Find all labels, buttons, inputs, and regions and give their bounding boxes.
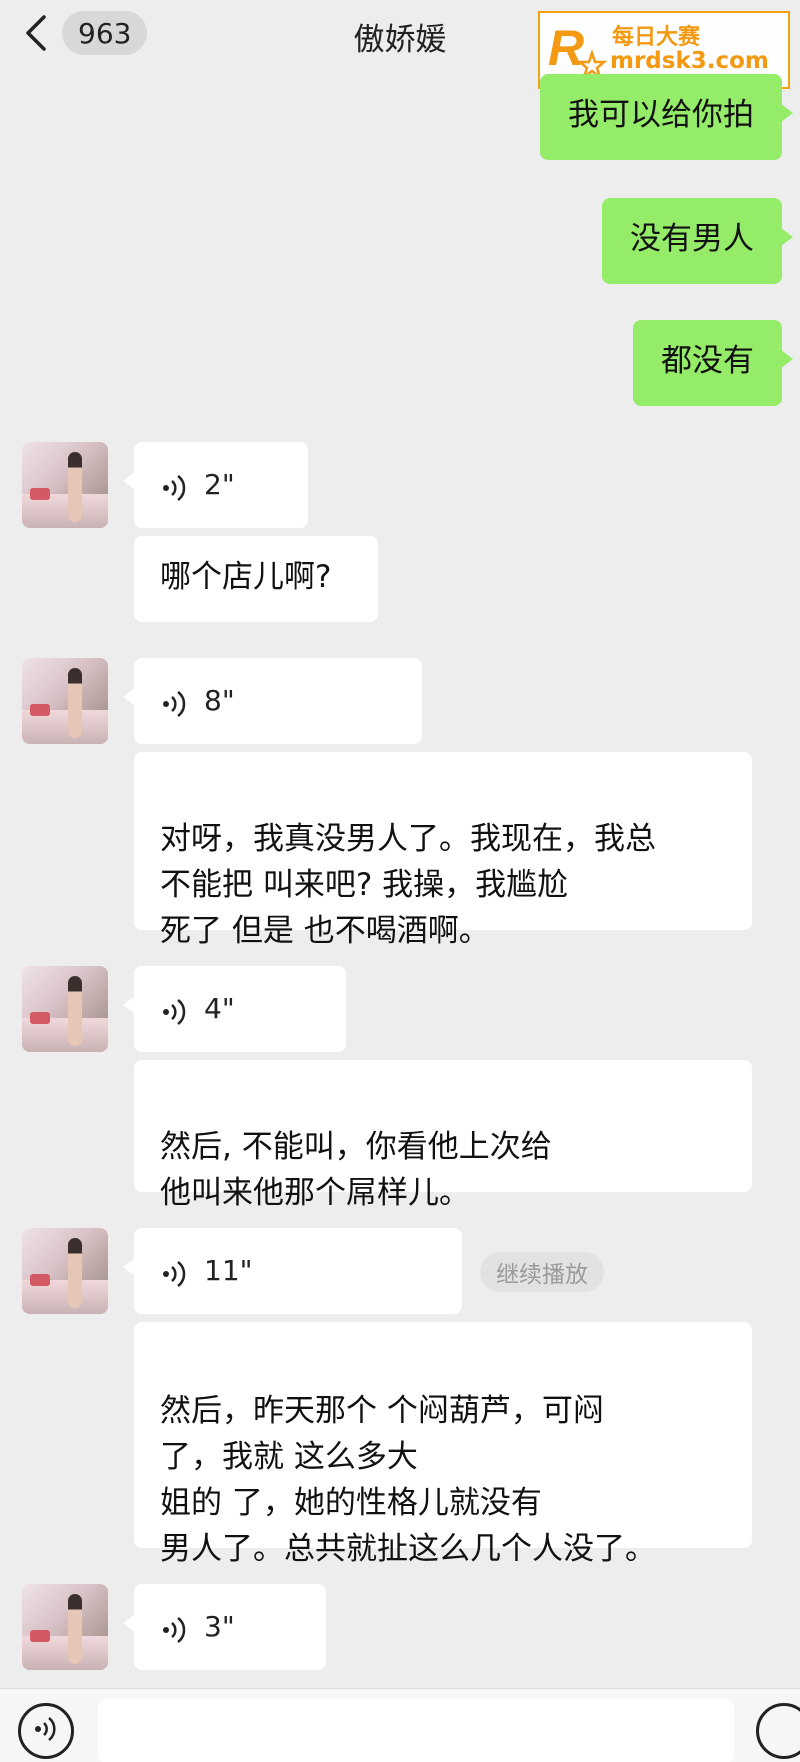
voice-message[interactable]: 11"	[123, 1228, 462, 1314]
voice-duration: 8"	[204, 684, 235, 717]
message-text: 然后，昨天那个 个闷葫芦，可闷 了，我就 这么多大 姐的 了，她的性格儿就没有 …	[160, 1393, 656, 1567]
message-bubble-outgoing[interactable]: 都没有	[633, 320, 793, 406]
message-text: 哪个店儿啊?	[160, 559, 332, 595]
avatar[interactable]	[22, 1228, 108, 1314]
message-bubble-outgoing[interactable]: 我可以给你拍	[540, 74, 793, 160]
voice-message[interactable]: 8"	[123, 658, 422, 744]
message-bubble-incoming[interactable]: 哪个店儿啊?	[134, 536, 378, 622]
emoji-button[interactable]	[756, 1703, 800, 1759]
voice-wave-icon	[160, 1256, 190, 1287]
message-bubble-incoming[interactable]: 对呀，我真没男人了。我现在，我总 不能把 叫来吧? 我操，我尴尬 死了 但是 也…	[134, 752, 752, 949]
watermark-text-line1: 每日大赛	[612, 25, 701, 51]
message-bubble-outgoing[interactable]: 没有男人	[602, 198, 793, 284]
watermark-text-line2: mrdsk3.com	[610, 48, 769, 75]
message-text: 然后, 不能叫，你看他上次给 他叫来他那个屌样儿。	[160, 1129, 552, 1211]
voice-duration: 3"	[204, 1610, 235, 1643]
voice-input-toggle[interactable]	[18, 1703, 74, 1759]
avatar[interactable]	[22, 1584, 108, 1670]
voice-duration: 2"	[204, 468, 235, 501]
message-text: 我可以给你拍	[568, 97, 754, 133]
avatar[interactable]	[22, 442, 108, 528]
svg-text:R: R	[548, 20, 584, 76]
avatar[interactable]	[22, 658, 108, 744]
continue-playback-button[interactable]: 继续播放	[480, 1252, 604, 1292]
message-bubble-incoming[interactable]: 然后，昨天那个 个闷葫芦，可闷 了，我就 这么多大 姐的 了，她的性格儿就没有 …	[134, 1322, 752, 1567]
message-text: 都没有	[661, 343, 754, 379]
voice-duration: 11"	[204, 1254, 253, 1287]
voice-wave-icon	[160, 470, 190, 501]
message-input[interactable]	[98, 1699, 734, 1762]
message-bubble-incoming[interactable]: 然后, 不能叫，你看他上次给 他叫来他那个屌样儿。	[134, 1060, 752, 1211]
voice-wave-icon	[160, 686, 190, 717]
message-text: 没有男人	[630, 221, 754, 257]
avatar[interactable]	[22, 966, 108, 1052]
voice-wave-icon	[160, 994, 190, 1025]
voice-duration: 4"	[204, 992, 235, 1025]
voice-message[interactable]: 4"	[123, 966, 346, 1052]
voice-message[interactable]: 2"	[123, 442, 308, 528]
voice-wave-icon	[31, 1714, 61, 1748]
message-text: 对呀，我真没男人了。我现在，我总 不能把 叫来吧? 我操，我尴尬 死了 但是 也…	[160, 821, 656, 949]
voice-message[interactable]: 3"	[123, 1584, 326, 1670]
voice-wave-icon	[160, 1612, 190, 1643]
input-bar	[0, 1688, 800, 1762]
